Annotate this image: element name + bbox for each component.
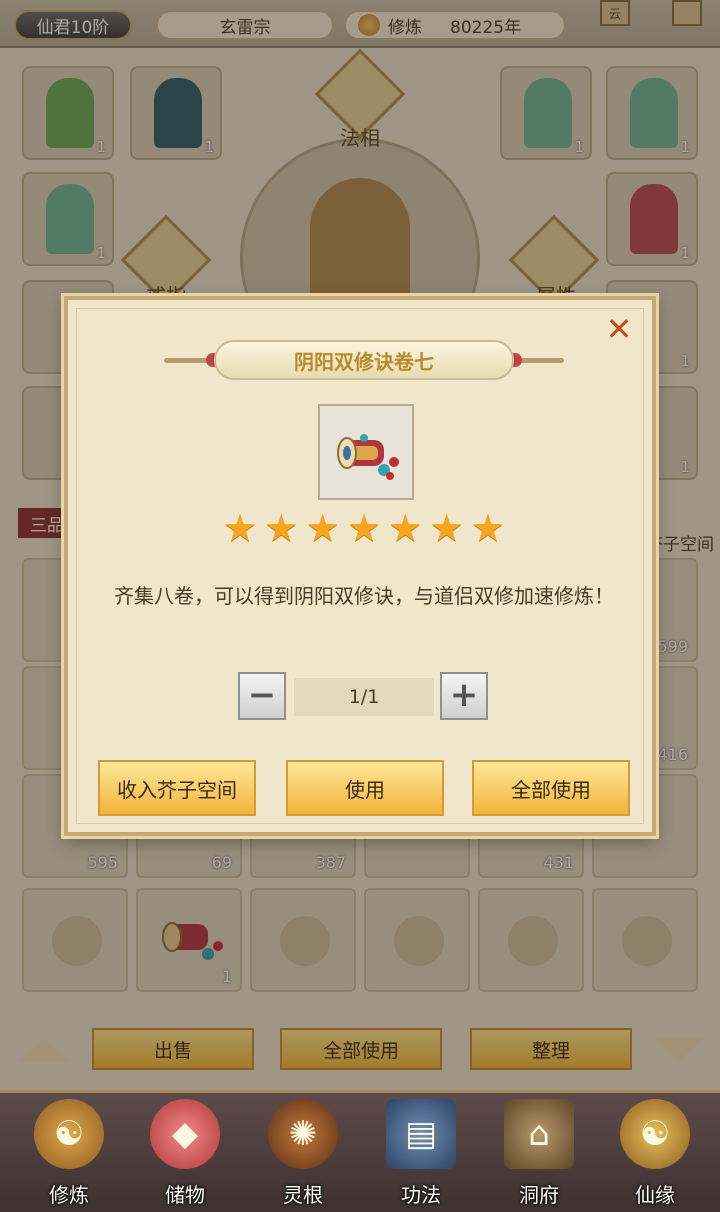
nav-label: 功法	[401, 1183, 441, 1207]
nav-label: 储物	[165, 1183, 205, 1207]
immortal-fate-icon: ☯	[620, 1099, 690, 1169]
nav-label: 灵根	[283, 1183, 323, 1207]
star-icon: ★	[429, 506, 464, 550]
nav-item-immortal-fate[interactable]: ☯ 仙缘	[600, 1099, 710, 1212]
nav-item-storage[interactable]: ◆ 储物	[130, 1099, 240, 1212]
use-all-button[interactable]: 全部使用	[472, 760, 630, 816]
scroll-item-icon	[337, 434, 399, 480]
nav-item-cultivate[interactable]: ☯ 修炼	[14, 1099, 124, 1212]
item-icon-frame	[318, 404, 414, 500]
quantity-plus-button[interactable]: +	[440, 672, 488, 720]
storage-bag-icon: ◆	[150, 1099, 220, 1169]
star-icon: ★	[305, 506, 340, 550]
close-icon[interactable]: ✕	[602, 312, 636, 346]
nav-label: 修炼	[49, 1183, 89, 1207]
item-description: 齐集八卷，可以得到阴阳双修诀，与道侣双修加速修炼！	[114, 584, 614, 608]
dialog-frame	[76, 308, 644, 824]
use-button[interactable]: 使用	[286, 760, 444, 816]
nav-label: 仙缘	[635, 1183, 675, 1207]
star-rating: ★ ★ ★ ★ ★ ★ ★	[222, 506, 506, 550]
star-icon: ★	[346, 506, 382, 550]
technique-book-icon: ▤	[386, 1099, 456, 1169]
item-detail-dialog: ✕ 阴阳双修诀卷七 ★ ★ ★ ★ ★ ★ ★ 齐集八卷，可以得到阴阳双修诀，与…	[64, 296, 656, 836]
quantity-minus-button[interactable]: −	[238, 672, 286, 720]
nav-item-technique[interactable]: ▤ 功法	[366, 1099, 476, 1212]
item-title: 阴阳双修诀卷七	[214, 340, 514, 380]
spirit-root-icon: ✺	[268, 1099, 338, 1169]
cultivate-icon: ☯	[34, 1099, 104, 1169]
star-icon: ★	[388, 506, 423, 550]
cave-dwelling-icon: ⌂	[504, 1099, 574, 1169]
nav-item-cave[interactable]: ⌂ 洞府	[484, 1099, 594, 1212]
bottom-nav: ☯ 修炼 ◆ 储物 ✺ 灵根 ▤ 功法 ⌂ 洞府 ☯ 仙缘	[0, 1090, 720, 1212]
nav-item-spirit-root[interactable]: ✺ 灵根	[248, 1099, 358, 1212]
star-icon: ★	[470, 506, 505, 550]
star-icon: ★	[264, 506, 299, 550]
store-in-space-button[interactable]: 收入芥子空间	[98, 760, 256, 816]
star-icon: ★	[222, 506, 258, 550]
quantity-field[interactable]: 1/1	[294, 678, 434, 716]
nav-label: 洞府	[519, 1183, 559, 1207]
